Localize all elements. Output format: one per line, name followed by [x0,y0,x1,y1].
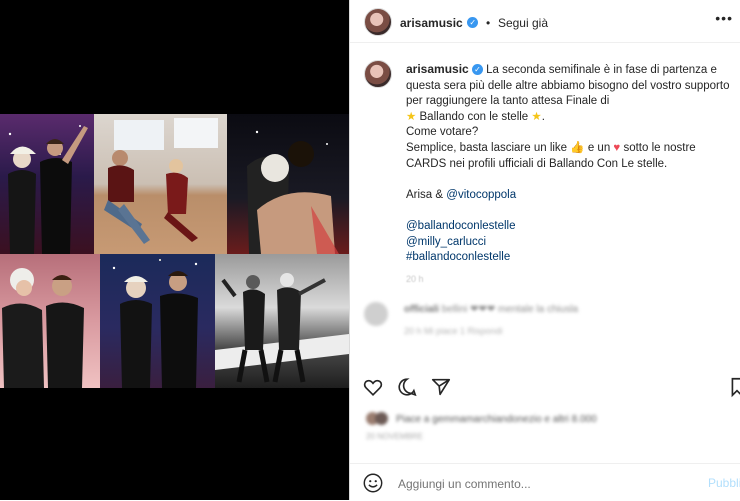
verified-icon: ✓ [467,17,479,29]
photo-collage [0,114,349,388]
liker-avatar [375,412,388,425]
caption-timestamp: 20 h [406,273,424,284]
following-button[interactable]: Segui già [498,16,548,30]
comment-bubble-icon[interactable] [396,376,418,398]
mention-link-vitocoppola[interactable]: @vitocoppola [446,189,516,201]
caption-show-line: ★ Ballando con le stelle ★. [406,110,545,123]
comment-row: officiali bellini ❤❤❤ mentale la chiusla… [364,300,724,344]
commenter-username[interactable]: officiali [404,304,439,315]
photo-couple-pink-art [2,268,84,388]
post-action-bar [350,372,740,402]
comment-meta: 20 h Mi piace 1 Rispondi [404,326,503,336]
red-heart-emoji-icon: ♥ [613,141,621,154]
paper-plane-icon[interactable] [430,376,452,398]
photo-couple-stage [0,114,94,254]
caption-signature-prefix: Arisa & [406,188,444,201]
caption-cards-line: CARDS nei profili ufficiali di Ballando … [406,157,668,170]
caption-username[interactable]: arisamusic [406,62,469,76]
photo-bw-dance [215,254,349,388]
add-comment-bar: Pubblica [350,463,740,501]
photo-couple-pose-art [112,259,198,388]
caption-show-name: Ballando con le stelle [419,110,529,123]
photo-rehearsal [94,114,227,254]
comment-text: bellini ❤❤❤ mentale la chiusla [441,304,579,315]
mention-link-milly-carlucci[interactable]: @milly_carlucci [406,235,726,251]
photo-couple-stage-art [8,125,88,254]
caption-signature-line: Arisa & @vitocoppola [406,188,726,204]
commenter-avatar[interactable] [364,302,388,326]
hashtag-link-ballandoconlestelle[interactable]: #ballandoconlestelle [406,250,726,266]
mention-link-ballandoconlestelle[interactable]: @ballandoconlestelle [406,219,726,235]
avatar[interactable] [364,8,392,36]
post-caption: arisamusic ✓ La seconda semifinale è in … [406,62,730,287]
caption-vote-line: Come votare? [406,126,479,139]
header-username[interactable]: arisamusic [400,16,463,30]
post-header: arisamusic ✓ • Segui già ••• [350,0,740,43]
bookmark-icon[interactable] [730,376,740,398]
photo-hug-art [247,130,339,254]
liker-avatars[interactable] [366,412,396,426]
photo-bw-dance-art [215,273,349,383]
likes-summary: Piace a gemmamarchiandonezio e altri 8.0… [366,410,706,441]
thumbs-up-emoji-icon: 👍 [570,141,585,154]
verified-icon: ✓ [471,64,483,76]
comment-input[interactable] [396,472,690,496]
post-details-panel: arisamusic ✓ • Segui già ••• arisamusic … [349,0,740,500]
caption-simple-c: sotto le nostre [623,141,696,154]
caption-text-line-1: La seconda semifinale è in fase di parte… [486,64,717,76]
caption-first-line: arisamusic ✓ La seconda semifinale è in … [406,62,726,79]
more-options-icon[interactable]: ••• [715,10,733,26]
star-emoji-icon: ★ [531,110,542,123]
heart-outline-icon[interactable] [362,376,384,398]
photo-rehearsal-art [104,118,218,244]
caption-simple-line: Semplice, basta lasciare un like 👍 e un … [406,141,726,157]
smiley-icon[interactable] [362,472,384,494]
star-emoji-icon: ★ [406,110,417,123]
caption-simple-b: e un [587,141,611,154]
post-date: 20 NOVEMBRE [366,432,423,441]
photo-couple-pink [0,254,100,388]
photo-hug [227,114,349,254]
photo-couple-pose [100,254,215,388]
likes-text[interactable]: Piace a gemmamarchiandonezio e altri 8.0… [396,414,597,425]
separator-dot: • [482,16,494,30]
caption-text-line-3: per raggiungere la tanto attesa Finale d… [406,95,610,108]
caption-text-line-2: questa sera più delle altre abbiamo biso… [406,79,730,92]
publish-button[interactable]: Pubblica [708,476,740,490]
post-media[interactable] [0,0,349,500]
caption-simple-a: Semplice, basta lasciare un like [406,141,568,154]
caption-avatar[interactable] [364,60,392,88]
